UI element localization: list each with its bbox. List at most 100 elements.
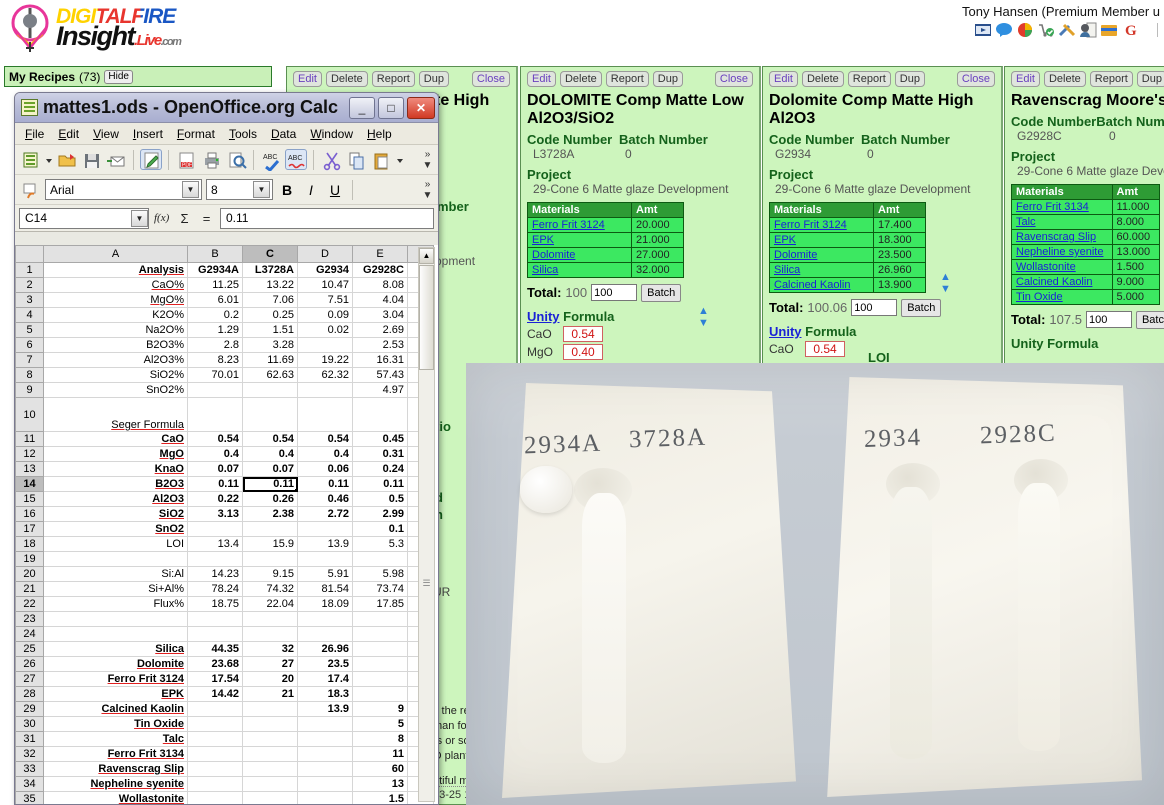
row-header-10[interactable]: 10 [15, 397, 44, 432]
cell-A11[interactable]: CaO [43, 431, 188, 447]
material-amount-cell[interactable]: 17.400 [873, 216, 926, 233]
row-header-24[interactable]: 24 [15, 626, 44, 642]
cell-C29[interactable] [242, 701, 298, 717]
cell-A9[interactable]: SnO2% [43, 382, 188, 398]
edit-button[interactable]: Edit [769, 71, 798, 87]
cell-B34[interactable] [187, 776, 243, 792]
cell-E20[interactable]: 5.98 [352, 566, 408, 582]
cell-A8[interactable]: SiO2% [43, 367, 188, 383]
cell-C12[interactable]: 0.4 [242, 446, 298, 462]
cell-E34[interactable]: 13 [352, 776, 408, 792]
cell-D2[interactable]: 10.47 [297, 277, 353, 293]
cell-B31[interactable] [187, 731, 243, 747]
cell-A20[interactable]: Si:Al [43, 566, 188, 582]
cell-B28[interactable]: 14.42 [187, 686, 243, 702]
cell-E5[interactable]: 2.69 [352, 322, 408, 338]
cell-A30[interactable]: Tin Oxide [43, 716, 188, 732]
tools-icon[interactable] [1058, 22, 1076, 38]
close-window-button[interactable]: ✕ [407, 96, 435, 119]
cell-C1[interactable]: L3728A [242, 262, 298, 278]
edit-file-icon[interactable] [140, 149, 162, 170]
menu-view[interactable]: View [93, 127, 119, 141]
cell-B22[interactable]: 18.75 [187, 596, 243, 612]
cell-A12[interactable]: MgO [43, 446, 188, 462]
hide-button[interactable]: Hide [104, 69, 133, 84]
cell-B23[interactable] [187, 611, 243, 627]
cell-E17[interactable]: 0.1 [352, 521, 408, 537]
cell-E18[interactable]: 5.3 [352, 536, 408, 552]
column-header-d[interactable]: D [297, 245, 353, 263]
material-amount-cell[interactable]: 20.000 [631, 216, 684, 233]
print-icon[interactable] [200, 149, 222, 170]
material-amount-cell[interactable]: 21.000 [631, 231, 684, 248]
material-link[interactable]: Nepheline syenite [1016, 246, 1103, 258]
maximize-button[interactable]: □ [378, 96, 404, 119]
cell-D10[interactable] [297, 397, 353, 432]
menu-data[interactable]: Data [271, 127, 296, 141]
cell-E14[interactable]: 0.11 [352, 476, 408, 492]
cell-A35[interactable]: Wollastonite [43, 791, 188, 804]
row-header-32[interactable]: 32 [15, 746, 44, 762]
batch-button[interactable]: Batch [641, 283, 682, 302]
report-button[interactable]: Report [605, 71, 649, 87]
cell-B26[interactable]: 23.68 [187, 656, 243, 672]
material-link[interactable]: Ferro Frit 3124 [532, 219, 605, 231]
material-link[interactable]: Ravenscrag Slip [1016, 231, 1096, 243]
cell-C31[interactable] [242, 731, 298, 747]
cell-E29[interactable]: 9 [352, 701, 408, 717]
row-header-6[interactable]: 6 [15, 337, 44, 353]
material-amount-cell[interactable]: 32.000 [631, 261, 684, 278]
cell-C15[interactable]: 0.26 [242, 491, 298, 507]
edit-button[interactable]: Edit [293, 71, 322, 87]
row-header-3[interactable]: 3 [15, 292, 44, 308]
cell-D19[interactable] [297, 551, 353, 567]
cell-D28[interactable]: 18.3 [297, 686, 353, 702]
cell-A26[interactable]: Dolomite [43, 656, 188, 672]
material-amount-cell[interactable]: 26.960 [873, 261, 926, 278]
cell-D3[interactable]: 7.51 [297, 292, 353, 308]
cell-C13[interactable]: 0.07 [242, 461, 298, 477]
row-header-2[interactable]: 2 [15, 277, 44, 293]
cell-E11[interactable]: 0.45 [352, 431, 408, 447]
unity-link[interactable]: Unity [527, 309, 560, 324]
cell-C34[interactable] [242, 776, 298, 792]
bold-button[interactable]: B [277, 182, 297, 198]
dup-button[interactable]: Dup [418, 71, 449, 87]
cell-B13[interactable]: 0.07 [187, 461, 243, 477]
cell-A7[interactable]: Al2O3% [43, 352, 188, 368]
row-header-8[interactable]: 8 [15, 367, 44, 383]
cell-E23[interactable] [352, 611, 408, 627]
material-link[interactable]: Calcined Kaolin [1016, 276, 1092, 288]
cell-C21[interactable]: 74.32 [242, 581, 298, 597]
cell-D11[interactable]: 0.54 [297, 431, 353, 447]
cell-B32[interactable] [187, 746, 243, 762]
material-link[interactable]: Calcined Kaolin [774, 279, 850, 291]
export-pdf-icon[interactable]: PDF [175, 149, 197, 170]
email-document-icon[interactable] [105, 149, 127, 170]
cell-B24[interactable] [187, 626, 243, 642]
cell-D25[interactable]: 26.96 [297, 641, 353, 657]
report-button[interactable]: Report [847, 71, 891, 87]
row-header-25[interactable]: 25 [15, 641, 44, 657]
cell-E6[interactable]: 2.53 [352, 337, 408, 353]
batch-input[interactable] [851, 299, 898, 317]
cell-E8[interactable]: 57.43 [352, 367, 408, 383]
cell-C7[interactable]: 11.69 [242, 352, 298, 368]
font-size-combobox[interactable]: 8 ▼ [206, 179, 273, 200]
cell-B10[interactable] [187, 397, 243, 432]
cell-D16[interactable]: 2.72 [297, 506, 353, 522]
material-amount-cell[interactable]: 23.500 [873, 246, 926, 263]
row-header-22[interactable]: 22 [15, 596, 44, 612]
cell-C33[interactable] [242, 761, 298, 777]
copy-icon[interactable] [345, 149, 367, 170]
formula-input-line[interactable]: 0.11 [220, 207, 434, 229]
apply-style-icon[interactable] [19, 179, 41, 200]
sum-button[interactable]: Σ [176, 211, 193, 226]
sort-icon[interactable]: ▲ ▼ [696, 305, 709, 329]
menu-insert[interactable]: Insert [133, 127, 163, 141]
cell-A4[interactable]: K2O% [43, 307, 188, 323]
unity-oxide-value[interactable]: 0.54 [805, 340, 845, 357]
row-header-13[interactable]: 13 [15, 461, 44, 477]
row-header-16[interactable]: 16 [15, 506, 44, 522]
cell-E3[interactable]: 4.04 [352, 292, 408, 308]
